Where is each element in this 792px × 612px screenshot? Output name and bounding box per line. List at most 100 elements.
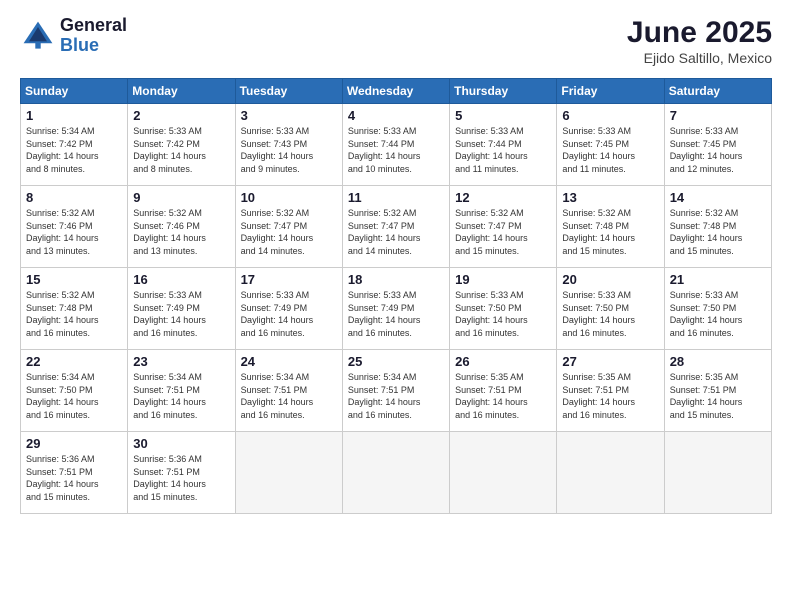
day-number: 8 [26, 190, 122, 205]
day-number: 16 [133, 272, 229, 287]
logo-icon [20, 18, 56, 54]
logo-text: General Blue [60, 16, 127, 56]
header: General Blue June 2025 Ejido Saltillo, M… [20, 16, 772, 66]
day-info: Sunrise: 5:33 AM Sunset: 7:44 PM Dayligh… [348, 125, 444, 175]
day-info: Sunrise: 5:32 AM Sunset: 7:47 PM Dayligh… [455, 207, 551, 257]
day-cell: 14 Sunrise: 5:32 AM Sunset: 7:48 PM Dayli… [664, 186, 771, 268]
day-info: Sunrise: 5:36 AM Sunset: 7:51 PM Dayligh… [133, 453, 229, 503]
day-cell: 17 Sunrise: 5:33 AM Sunset: 7:49 PM Dayli… [235, 268, 342, 350]
day-info: Sunrise: 5:32 AM Sunset: 7:46 PM Dayligh… [133, 207, 229, 257]
header-thursday: Thursday [450, 79, 557, 104]
day-cell: 19 Sunrise: 5:33 AM Sunset: 7:50 PM Dayli… [450, 268, 557, 350]
day-info: Sunrise: 5:34 AM Sunset: 7:51 PM Dayligh… [241, 371, 337, 421]
header-wednesday: Wednesday [342, 79, 449, 104]
header-saturday: Saturday [664, 79, 771, 104]
day-number: 7 [670, 108, 766, 123]
day-cell: 28 Sunrise: 5:35 AM Sunset: 7:51 PM Dayli… [664, 350, 771, 432]
day-info: Sunrise: 5:32 AM Sunset: 7:48 PM Dayligh… [26, 289, 122, 339]
day-number: 2 [133, 108, 229, 123]
week-row-0: 1 Sunrise: 5:34 AM Sunset: 7:42 PM Daylig… [21, 104, 772, 186]
day-info: Sunrise: 5:32 AM Sunset: 7:48 PM Dayligh… [562, 207, 658, 257]
day-cell: 29Sunrise: 5:36 AM Sunset: 7:51 PM Dayli… [21, 432, 128, 514]
day-info: Sunrise: 5:33 AM Sunset: 7:49 PM Dayligh… [241, 289, 337, 339]
week-row-2: 15 Sunrise: 5:32 AM Sunset: 7:48 PM Dayli… [21, 268, 772, 350]
day-info: Sunrise: 5:33 AM Sunset: 7:50 PM Dayligh… [670, 289, 766, 339]
day-number: 20 [562, 272, 658, 287]
day-info: Sunrise: 5:34 AM Sunset: 7:42 PM Dayligh… [26, 125, 122, 175]
day-number: 18 [348, 272, 444, 287]
week-row-4: 29 Sunrise: 5:36 AM Sunset: 7:51 PM Dayli… [21, 432, 772, 514]
day-info: Sunrise: 5:33 AM Sunset: 7:49 PM Dayligh… [133, 289, 229, 339]
day-info: Sunrise: 5:33 AM Sunset: 7:43 PM Dayligh… [241, 125, 337, 175]
day-info: Sunrise: 5:33 AM Sunset: 7:50 PM Dayligh… [562, 289, 658, 339]
day-number: 29 [26, 436, 122, 451]
header-monday: Monday [128, 79, 235, 104]
title-block: June 2025 Ejido Saltillo, Mexico [627, 16, 772, 66]
day-info: Sunrise: 5:33 AM Sunset: 7:49 PM Dayligh… [348, 289, 444, 339]
header-tuesday: Tuesday [235, 79, 342, 104]
day-info: Sunrise: 5:35 AM Sunset: 7:51 PM Dayligh… [562, 371, 658, 421]
day-info: Sunrise: 5:32 AM Sunset: 7:47 PM Dayligh… [348, 207, 444, 257]
header-row: SundayMondayTuesdayWednesdayThursdayFrid… [21, 79, 772, 104]
day-info: Sunrise: 5:34 AM Sunset: 7:51 PM Dayligh… [133, 371, 229, 421]
day-cell: 18 Sunrise: 5:33 AM Sunset: 7:49 PM Dayli… [342, 268, 449, 350]
day-number: 21 [670, 272, 766, 287]
page: General Blue June 2025 Ejido Saltillo, M… [0, 0, 792, 612]
day-cell: 9 Sunrise: 5:32 AM Sunset: 7:46 PM Daylig… [128, 186, 235, 268]
day-cell: 30 Sunrise: 5:36 AM Sunset: 7:51 PM Dayli… [128, 432, 235, 514]
day-info: Sunrise: 5:33 AM Sunset: 7:44 PM Dayligh… [455, 125, 551, 175]
week-row-1: 8 Sunrise: 5:32 AM Sunset: 7:46 PM Daylig… [21, 186, 772, 268]
day-cell: 12Sunrise: 5:32 AM Sunset: 7:47 PM Dayli… [450, 186, 557, 268]
day-number: 26 [455, 354, 551, 369]
main-title: June 2025 [627, 16, 772, 50]
day-number: 24 [241, 354, 337, 369]
day-cell: 4Sunrise: 5:33 AM Sunset: 7:44 PM Daylig… [342, 104, 449, 186]
day-number: 1 [26, 108, 122, 123]
day-number: 30 [133, 436, 229, 451]
logo-blue: Blue [60, 36, 127, 56]
day-cell: 15 Sunrise: 5:32 AM Sunset: 7:48 PM Dayli… [21, 268, 128, 350]
day-number: 5 [455, 108, 551, 123]
day-number: 15 [26, 272, 122, 287]
day-number: 17 [241, 272, 337, 287]
day-info: Sunrise: 5:34 AM Sunset: 7:51 PM Dayligh… [348, 371, 444, 421]
subtitle: Ejido Saltillo, Mexico [627, 50, 772, 66]
day-cell: 2 Sunrise: 5:33 AM Sunset: 7:42 PM Daylig… [128, 104, 235, 186]
day-info: Sunrise: 5:33 AM Sunset: 7:42 PM Dayligh… [133, 125, 229, 175]
day-cell: 1 Sunrise: 5:34 AM Sunset: 7:42 PM Daylig… [21, 104, 128, 186]
day-cell: 20 Sunrise: 5:33 AM Sunset: 7:50 PM Dayli… [557, 268, 664, 350]
day-number: 11 [348, 190, 444, 205]
day-info: Sunrise: 5:33 AM Sunset: 7:45 PM Dayligh… [670, 125, 766, 175]
day-number: 6 [562, 108, 658, 123]
day-cell: 11 Sunrise: 5:32 AM Sunset: 7:47 PM Dayli… [342, 186, 449, 268]
day-cell: 16 Sunrise: 5:33 AM Sunset: 7:49 PM Dayli… [128, 268, 235, 350]
day-info: Sunrise: 5:35 AM Sunset: 7:51 PM Dayligh… [670, 371, 766, 421]
day-cell: 22Sunrise: 5:34 AM Sunset: 7:50 PM Dayli… [21, 350, 128, 432]
day-cell: 26 Sunrise: 5:35 AM Sunset: 7:51 PM Dayli… [450, 350, 557, 432]
logo: General Blue [20, 16, 127, 56]
day-number: 19 [455, 272, 551, 287]
day-number: 28 [670, 354, 766, 369]
day-cell: 25Sunrise: 5:34 AM Sunset: 7:51 PM Dayli… [342, 350, 449, 432]
day-cell: 24 Sunrise: 5:34 AM Sunset: 7:51 PM Dayli… [235, 350, 342, 432]
day-cell [342, 432, 449, 514]
week-row-3: 22Sunrise: 5:34 AM Sunset: 7:50 PM Dayli… [21, 350, 772, 432]
day-info: Sunrise: 5:32 AM Sunset: 7:46 PM Dayligh… [26, 207, 122, 257]
day-info: Sunrise: 5:33 AM Sunset: 7:50 PM Dayligh… [455, 289, 551, 339]
day-number: 9 [133, 190, 229, 205]
day-info: Sunrise: 5:32 AM Sunset: 7:48 PM Dayligh… [670, 207, 766, 257]
day-number: 23 [133, 354, 229, 369]
day-number: 22 [26, 354, 122, 369]
day-number: 14 [670, 190, 766, 205]
header-friday: Friday [557, 79, 664, 104]
day-cell: 3Sunrise: 5:33 AM Sunset: 7:43 PM Daylig… [235, 104, 342, 186]
day-info: Sunrise: 5:33 AM Sunset: 7:45 PM Dayligh… [562, 125, 658, 175]
day-number: 13 [562, 190, 658, 205]
day-info: Sunrise: 5:32 AM Sunset: 7:47 PM Dayligh… [241, 207, 337, 257]
header-sunday: Sunday [21, 79, 128, 104]
day-info: Sunrise: 5:35 AM Sunset: 7:51 PM Dayligh… [455, 371, 551, 421]
day-cell: 7 Sunrise: 5:33 AM Sunset: 7:45 PM Daylig… [664, 104, 771, 186]
day-cell: 13 Sunrise: 5:32 AM Sunset: 7:48 PM Dayli… [557, 186, 664, 268]
day-cell: 21 Sunrise: 5:33 AM Sunset: 7:50 PM Dayli… [664, 268, 771, 350]
day-number: 10 [241, 190, 337, 205]
